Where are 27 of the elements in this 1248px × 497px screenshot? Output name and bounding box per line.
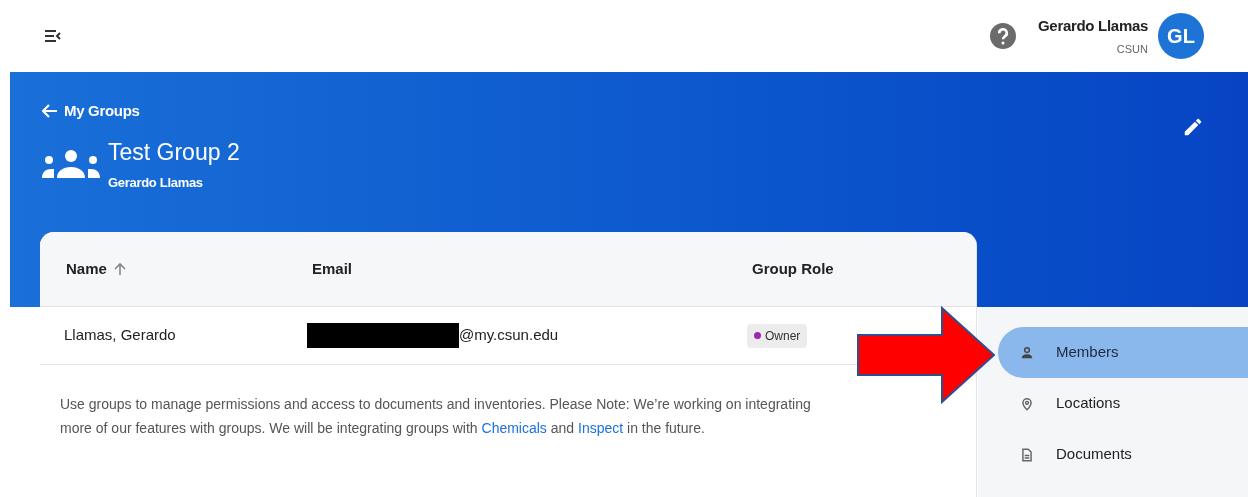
edit-icon[interactable] xyxy=(1182,116,1204,138)
organization-name: CSUN xyxy=(1116,42,1148,57)
column-header[interactable]: Group Role xyxy=(752,257,834,281)
column-header[interactable]: Name xyxy=(66,257,127,281)
role-badge: Owner xyxy=(747,323,808,348)
avatar[interactable]: GL xyxy=(1158,13,1204,59)
location-pin-icon xyxy=(1020,395,1034,412)
menu-collapse-icon[interactable] xyxy=(44,28,64,44)
sidebar-item[interactable]: Locations xyxy=(998,378,1248,429)
sidebar-item[interactable]: Documents xyxy=(998,429,1248,480)
person-icon xyxy=(1020,345,1034,360)
back-arrow-icon xyxy=(42,104,58,119)
text-link[interactable]: Chemicals xyxy=(481,420,547,436)
text-link[interactable]: Inspect xyxy=(578,420,624,436)
group-title: Test Group 2 xyxy=(108,137,240,167)
document-icon xyxy=(1020,446,1034,463)
table-cell-text: Llamas, Gerardo xyxy=(64,325,176,346)
table-cell-text: @my.csun.edu xyxy=(459,325,559,346)
info-paragraph: Use groups to manage permissions and access to documents and inventories. Please Note: We’re working on integrating more of our features with groups. We will be integrating groups with Chemicals and Inspect in the future. xyxy=(59,395,812,438)
sort-ascending-icon xyxy=(112,262,127,276)
back-link[interactable]: My Groups xyxy=(42,100,1182,123)
column-header[interactable]: Email xyxy=(312,257,353,281)
user-name: Gerardo Llamas xyxy=(1038,15,1148,36)
sidebar-item[interactable]: Members xyxy=(998,327,1248,378)
help-icon[interactable] xyxy=(990,23,1016,49)
group-icon xyxy=(42,147,100,180)
group-owner: Gerardo Llamas xyxy=(108,174,204,192)
